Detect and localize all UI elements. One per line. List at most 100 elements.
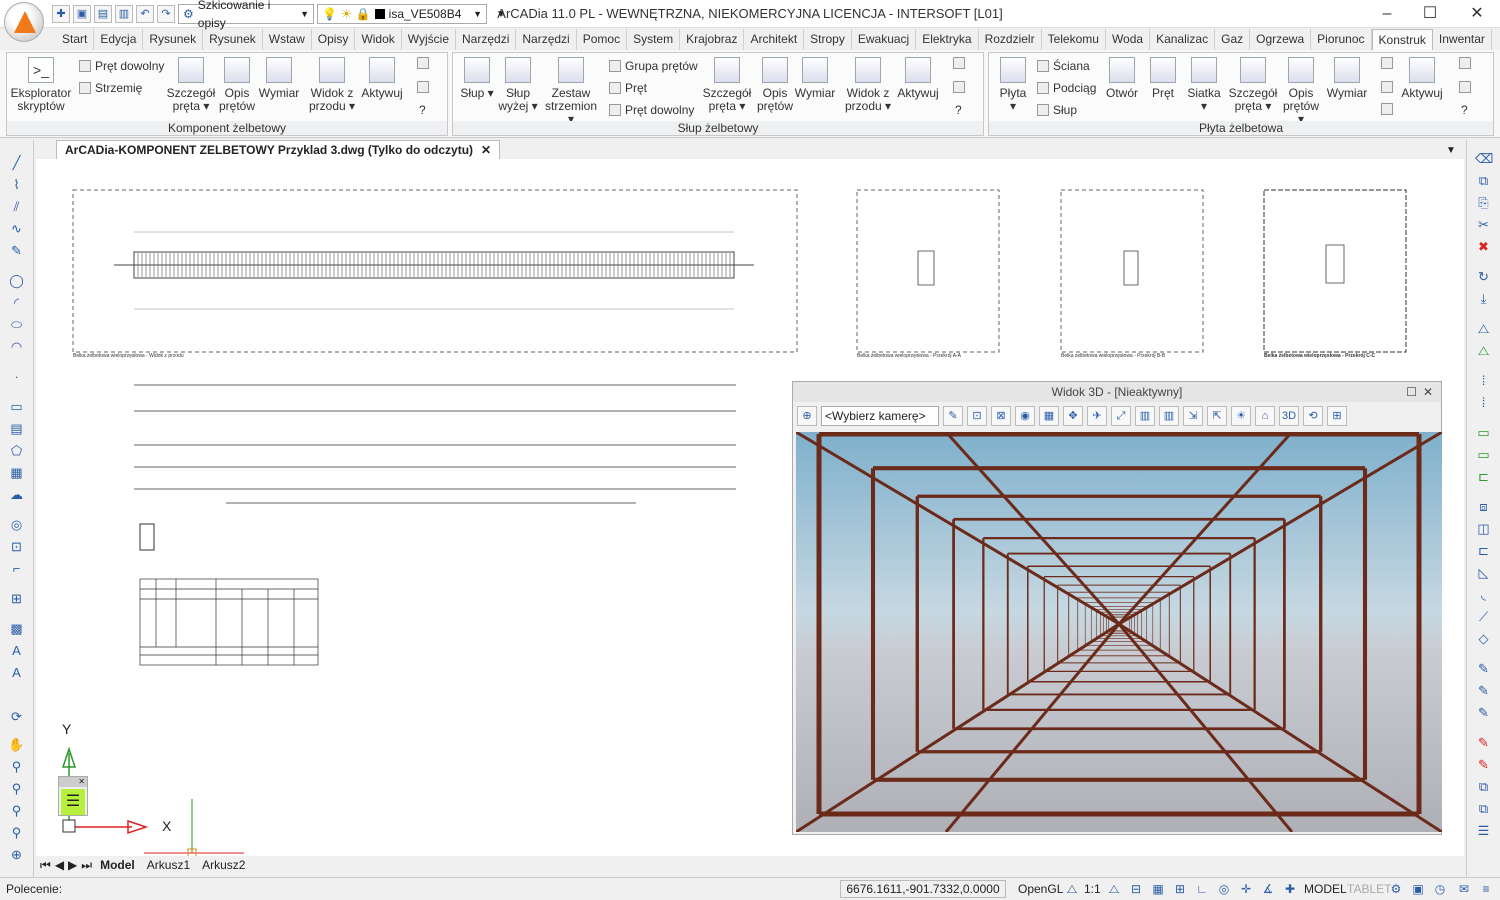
copy-icon[interactable]: ⧉ (1475, 172, 1492, 189)
import-icon[interactable]: ⇱ (1207, 406, 1227, 426)
explorer-button[interactable]: >_ Eksplorator skryptów (9, 57, 73, 113)
panel1-tool-b[interactable] (417, 81, 429, 93)
pret-button[interactable]: Pręt (609, 81, 647, 95)
ortho-icon[interactable]: ⊟ (1128, 881, 1144, 897)
menu-icon[interactable]: ≡ (1478, 881, 1494, 897)
tab-system[interactable]: System (627, 29, 681, 50)
panel2-tool-a[interactable] (953, 57, 965, 69)
widok-z-przodu2-button[interactable]: Widok z przodu ▾ (843, 57, 893, 113)
camera-edit-icon[interactable]: ✎ (943, 406, 963, 426)
help-icon[interactable]: ? (419, 103, 426, 117)
orbit-icon[interactable]: ✥ (1063, 406, 1083, 426)
tab-telekomu[interactable]: Telekomu (1042, 29, 1106, 50)
tab-ewakuacj[interactable]: Ewakuacj (852, 29, 917, 50)
tab-gaz[interactable]: Gaz (1215, 29, 1251, 50)
camera-select[interactable]: <Wybierz kamerę> (821, 406, 939, 426)
workspace-icon[interactable]: ▣ (1410, 881, 1426, 897)
scale-icon[interactable]: ▭ (1475, 424, 1492, 441)
save-icon[interactable]: ▤ (94, 5, 112, 23)
siatka-button[interactable]: Siatka ▾ (1185, 57, 1223, 113)
ellipse-icon[interactable]: ⬭ (8, 316, 25, 333)
new-file-icon[interactable]: ✚ (52, 5, 70, 23)
add-camera-icon[interactable]: ⊕ (797, 406, 817, 426)
tab-arkusz1[interactable]: Arkusz1 (143, 858, 194, 872)
chamfer-icon[interactable]: ◺ (1475, 564, 1492, 581)
ellipse-arc-icon[interactable]: ◠ (8, 338, 25, 355)
grid-icon[interactable]: ⊞ (1172, 881, 1188, 897)
menu-icon[interactable]: ☰ (61, 789, 85, 815)
block-icon[interactable]: ⊡ (8, 538, 25, 555)
offset-icon[interactable]: ◫ (1475, 520, 1492, 537)
light-icon[interactable]: ☀ (1231, 406, 1251, 426)
circle-icon[interactable]: ◯ (8, 272, 25, 289)
mtext-icon[interactable]: A (8, 664, 25, 681)
qat-overflow-icon[interactable]: ▼ (496, 9, 506, 20)
erase-icon[interactable]: ⌫ (1475, 150, 1493, 167)
wymiar-button[interactable]: Wymiar (257, 57, 301, 100)
otwor-button[interactable]: Otwór (1103, 57, 1141, 100)
regen-icon[interactable]: ⟳ (8, 708, 25, 725)
wymiar2-button[interactable]: Wymiar (793, 57, 837, 100)
tab-konstruk[interactable]: Konstruk (1371, 29, 1433, 50)
zoom-in-icon[interactable]: ⊕ (8, 846, 25, 863)
hatch-icon[interactable]: ▤ (8, 420, 25, 437)
stretch-icon[interactable]: ▭ (1475, 446, 1492, 463)
wymiar3-button[interactable]: Wymiar (1325, 57, 1369, 100)
scale-label[interactable]: 1:1 (1084, 882, 1101, 896)
tab-piorunoc[interactable]: Piorunoc (1311, 29, 1372, 50)
prev-tab-icon[interactable]: ◀ (55, 858, 64, 872)
tab-elektryka[interactable]: Elektryka (916, 29, 979, 50)
rectangle-icon[interactable]: ▭ (8, 398, 25, 415)
edit-text-icon[interactable]: ✎ (1475, 704, 1492, 721)
insert-icon[interactable]: ⌐ (8, 560, 25, 577)
polar-icon[interactable]: ∟ (1194, 881, 1210, 897)
tab-woda[interactable]: Woda (1106, 29, 1151, 50)
zoom-extents-icon[interactable]: ⚲ (8, 802, 25, 819)
ungroup-icon[interactable]: ⧉ (1475, 800, 1492, 817)
aktywuj3-button[interactable]: Aktywuj (1399, 57, 1445, 100)
explode-icon[interactable]: ◇ (1475, 630, 1492, 647)
edit-spline-icon[interactable]: ✎ (1475, 682, 1492, 699)
minimize-button[interactable]: – (1372, 4, 1402, 24)
opis-pretow-button[interactable]: Opis prętów (219, 57, 255, 113)
document-tab[interactable]: ArCADia-KOMPONENT ZELBETOWY Przyklad 3.d… (56, 140, 501, 159)
tab-rozdzielr[interactable]: Rozdzielr (979, 29, 1042, 50)
sciana-button[interactable]: Ściana (1037, 59, 1090, 73)
tab-widok[interactable]: Widok (355, 29, 402, 50)
cloud-icon[interactable]: ☁ (8, 486, 25, 503)
last-tab-icon[interactable]: ⏭ (81, 858, 92, 873)
strzemie-button[interactable]: Strzemię (79, 81, 142, 95)
tab-krajobraz[interactable]: Krajobraz (680, 29, 745, 50)
array-icon[interactable]: ⁞ (1475, 372, 1492, 389)
tab-ogrzewa[interactable]: Ogrzewa (1250, 29, 1312, 50)
tab-wyjście[interactable]: Wyjście (402, 29, 457, 50)
panel3-tool-c[interactable] (1381, 103, 1393, 115)
save-as-icon[interactable]: ▥ (115, 5, 133, 23)
undo-icon[interactable]: ↶ (136, 5, 154, 23)
break-icon[interactable]: ⊏ (1475, 542, 1492, 559)
tab-narzędzi[interactable]: Narzędzi (516, 29, 577, 50)
polygon-icon[interactable]: ⬠ (8, 442, 25, 459)
move-icon[interactable]: ⤓ (1475, 290, 1492, 307)
clock-icon[interactable]: ◷ (1432, 881, 1448, 897)
tab-narzędzi[interactable]: Narzędzi (456, 29, 517, 50)
tab-list-icon[interactable]: ▼ (1446, 145, 1456, 156)
dynamic-input-icon[interactable]: ✚ (1282, 881, 1298, 897)
otrack-icon[interactable]: ✛ (1238, 881, 1254, 897)
annotation-scale-icon[interactable]: ⧍ (1106, 881, 1122, 897)
annotation-icon[interactable]: ⧍ (1064, 881, 1080, 897)
snap-icon[interactable]: ▦ (1150, 881, 1166, 897)
tab-model[interactable]: Model (96, 858, 139, 872)
widok-z-przodu-button[interactable]: Widok z przodu ▾ (307, 57, 357, 113)
plyta-button[interactable]: Płyta ▾ (995, 57, 1031, 113)
walk-icon[interactable]: ⤢ (1111, 406, 1131, 426)
maximize-icon[interactable]: ☐ (1406, 382, 1417, 402)
panel3-tool-a[interactable] (1381, 57, 1393, 69)
text-icon[interactable]: A (8, 642, 25, 659)
zoom-window-icon[interactable]: ⊡ (967, 406, 987, 426)
match-properties-icon[interactable]: ✎ (1475, 734, 1492, 751)
pret3-button[interactable]: Pręt (1145, 57, 1181, 100)
close-button[interactable]: ✕ (1462, 4, 1492, 24)
grid-icon[interactable]: ⊞ (1327, 406, 1347, 426)
panel2-tool-b[interactable] (953, 81, 965, 93)
